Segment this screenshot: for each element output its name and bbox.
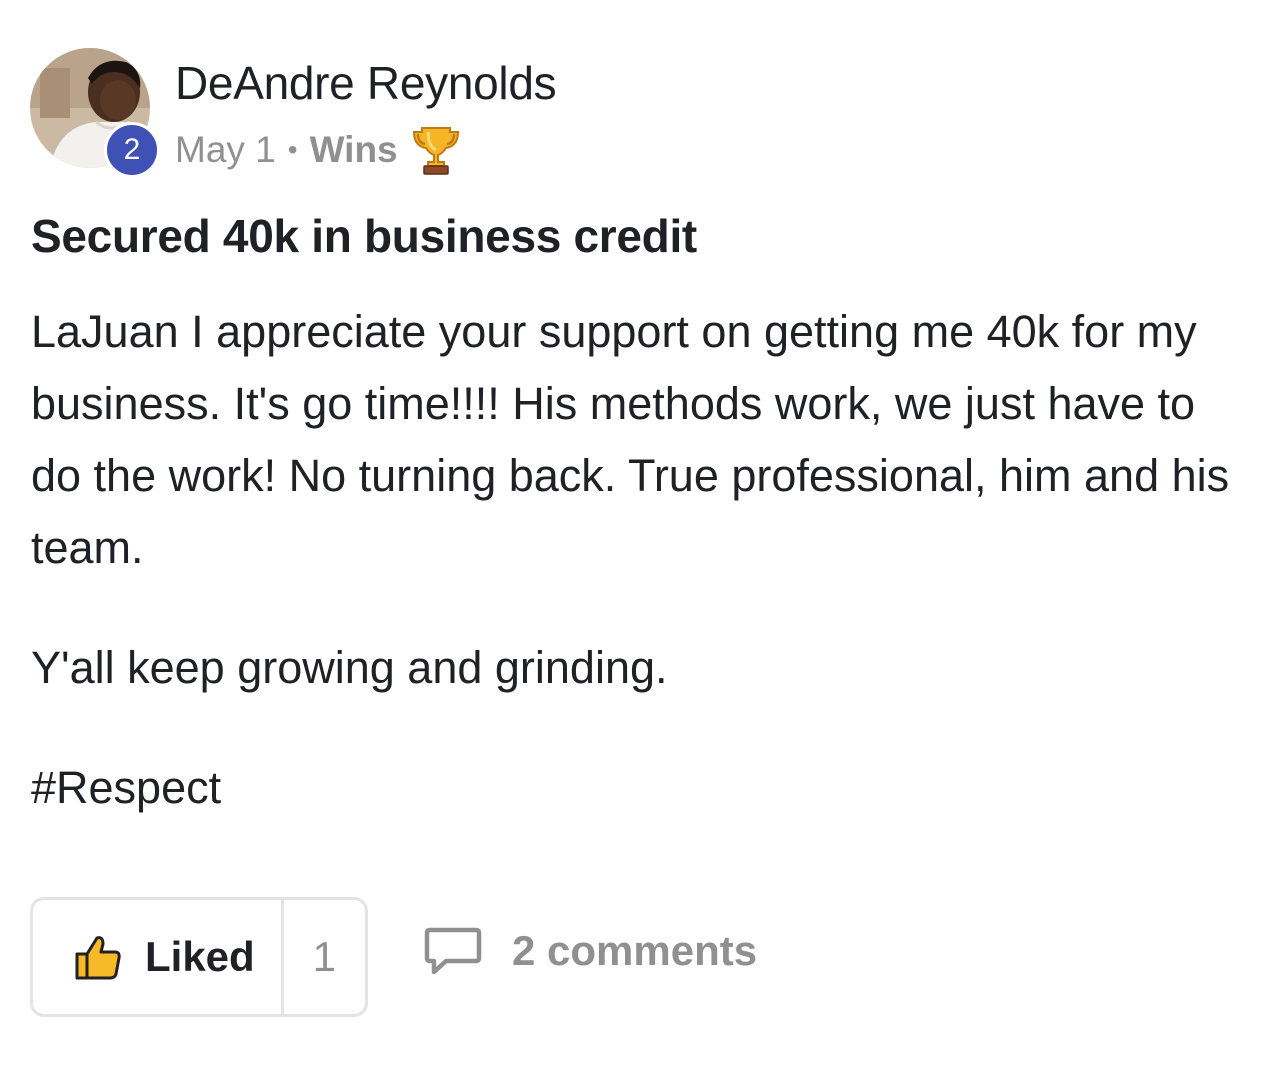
post-card: 2 DeAndre Reynolds May 1 • Wins Secured … <box>0 0 1284 1065</box>
comments-button[interactable]: 2 comments <box>424 926 757 976</box>
post-category[interactable]: Wins <box>310 126 398 174</box>
post-paragraph: Y'all keep growing and grinding. <box>31 642 668 693</box>
meta-separator: • <box>287 134 298 165</box>
level-badge: 2 <box>104 122 160 178</box>
post-body: LaJuan I appreciate your support on gett… <box>31 296 1256 824</box>
like-label: Liked <box>145 933 255 980</box>
comment-bubble-icon <box>424 927 482 975</box>
comments-label: 2 comments <box>512 927 758 974</box>
thumbs-up-icon <box>75 936 121 980</box>
post-hashtag[interactable]: #Respect <box>31 752 1256 824</box>
post-date[interactable]: May 1 <box>175 126 276 174</box>
author-name[interactable]: DeAndre Reynolds <box>175 56 557 110</box>
like-control: Liked 1 <box>30 897 368 1017</box>
trophy-icon <box>412 124 460 176</box>
like-button[interactable]: Liked <box>33 900 284 1014</box>
like-count[interactable]: 1 <box>284 933 365 981</box>
post-title[interactable]: Secured 40k in business credit <box>31 208 697 264</box>
post-paragraph: LaJuan I appreciate your support on gett… <box>31 306 1230 573</box>
author-avatar-wrapper[interactable]: 2 <box>30 48 160 178</box>
post-meta: May 1 • Wins <box>175 124 460 176</box>
